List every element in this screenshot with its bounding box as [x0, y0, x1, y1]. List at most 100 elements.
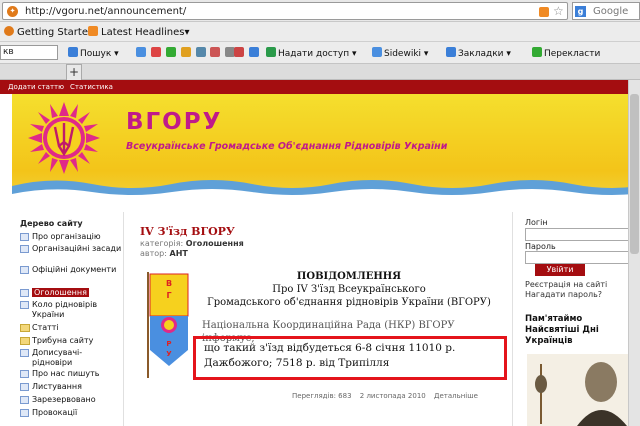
url-text[interactable]: http://vgoru.net/announcement/ [25, 5, 186, 18]
folder-icon [20, 324, 30, 332]
share-icon [266, 47, 276, 57]
login-sidebar: Логін Пароль Увійти Реєстрація на сайті … [512, 212, 640, 426]
page-scrollbar[interactable] [628, 80, 640, 426]
notice-subheading-1: Про IV З'їзд Всеукраїнського [272, 284, 426, 295]
svg-text:У: У [166, 350, 172, 358]
article-author: автор: АНТ [140, 249, 188, 258]
notice-subheading-2: Громадського об'єднання рідновірів Украї… [207, 297, 491, 308]
bookmark-star-icon[interactable]: ☆ [553, 4, 564, 18]
star-bookmarks-icon [446, 47, 456, 57]
page-icon [20, 349, 29, 357]
toolbar-search-button[interactable]: Пошук ▾ [68, 47, 119, 60]
article-title[interactable]: IV З'їзд ВГОРУ [140, 225, 235, 238]
page-icon [20, 245, 29, 253]
password-label: Пароль [525, 242, 556, 251]
site-tree-sidebar: Дерево сайту Про організацію Організацій… [12, 212, 124, 426]
address-bar-row: ✦ http://vgoru.net/announcement/ ☆ g Goo… [0, 0, 640, 22]
svg-text:Г: Г [166, 291, 171, 300]
details-link[interactable]: Детальніше [434, 392, 478, 400]
page-icon [20, 396, 29, 404]
page-icon [20, 289, 29, 297]
article-area: IV З'їзд ВГОРУ категорія: Оголошення авт… [124, 212, 508, 426]
highlighted-text: що такий з'їзд відбудеться 6-8 січня 110… [204, 342, 456, 369]
site-favicon-icon: ✦ [7, 6, 18, 17]
scrollbar-thumb[interactable] [630, 94, 639, 254]
tree-item-announcements[interactable]: Оголошення [20, 288, 122, 298]
site-tree-title: Дерево сайту [20, 219, 83, 228]
grid-icon [195, 47, 206, 57]
rss-feed-icon [88, 26, 98, 36]
page-icon [20, 370, 29, 378]
article-date: 2 листопада 2010 [359, 392, 426, 400]
login-input[interactable] [525, 228, 633, 241]
login-button[interactable]: Увійти [535, 264, 585, 276]
portrait-image [527, 354, 639, 426]
article-footer: Переглядів: 683 2 листопада 2010 Детальн… [292, 392, 502, 400]
pin-icon [210, 47, 221, 57]
sidewiki-icon [372, 47, 382, 57]
remember-heading: Пам'ятаймо Найсвятіші Дні Українців [525, 314, 599, 346]
login-label: Логін [525, 218, 548, 227]
page-icon [20, 383, 29, 391]
svg-text:В: В [166, 279, 172, 288]
toolbar-bookmarks-button[interactable]: Закладки ▾ [446, 47, 511, 60]
tree-item-tribune[interactable]: Трибуна сайту [20, 336, 122, 346]
tree-item-reserved[interactable]: Зарезервовано [20, 395, 122, 405]
rss-icon[interactable] [539, 7, 549, 17]
register-link[interactable]: Реєстрація на сайті [525, 280, 607, 289]
chat-icon [248, 47, 259, 57]
views-count: Переглядів: 683 [292, 392, 352, 400]
category-link[interactable]: Оголошення [186, 239, 244, 248]
tree-item-articles[interactable]: Статті [20, 323, 122, 333]
tree-item-press[interactable]: Про нас пишуть [20, 369, 122, 379]
article-category: категорія: Оголошення [140, 239, 244, 248]
tree-item-provocations[interactable]: Провокації [20, 408, 122, 418]
org-banner-image: В Г Р У [147, 272, 189, 378]
camera-icon [136, 47, 146, 57]
notice-heading: ПОВІДОМЛЕННЯ [296, 271, 402, 282]
tree-item-principles[interactable]: Організаційні засади [20, 244, 122, 254]
toolbar-icons[interactable] [136, 47, 237, 60]
web-search-field[interactable]: g Google [572, 2, 640, 20]
toolbar-more-icons[interactable] [234, 47, 261, 60]
google-icon: g [575, 6, 586, 17]
bookmark-latest-headlines[interactable]: Latest Headlines▾ [88, 26, 190, 39]
tree-item-contributors[interactable]: Дописувачі-рідновіри [20, 348, 122, 368]
page-icon [20, 301, 29, 309]
folder-icon [20, 337, 30, 345]
site-name[interactable]: ВГОРУ [126, 109, 222, 135]
page-icon [20, 233, 29, 241]
firefox-icon [4, 26, 14, 36]
page-icon [20, 409, 29, 417]
tree-item-letters[interactable]: Листування [20, 382, 122, 392]
password-input[interactable] [525, 251, 633, 264]
wave-decoration [12, 180, 640, 204]
svg-text:Р: Р [166, 340, 171, 348]
forgot-password-link[interactable]: Нагадати пароль? [525, 290, 602, 299]
tab-strip: + [0, 64, 640, 80]
tree-item-circle[interactable]: Коло рідновірів України [20, 300, 122, 320]
site-subtitle: Всеукраїнське Громадське Об'єднання Рідн… [126, 141, 448, 152]
toolbar-share-button[interactable]: Надати доступ ▾ [266, 47, 356, 60]
translate-page-icon [532, 47, 542, 57]
bookmarks-bar: Getting Started Latest Headlines▾ [0, 22, 640, 42]
toolbar-search-input[interactable]: кв [0, 45, 58, 60]
bookmark-getting-started[interactable]: Getting Started [4, 26, 94, 39]
add-article-link[interactable]: Додати статтю [8, 82, 64, 92]
tree-item-documents[interactable]: Офіційні документи [20, 265, 122, 275]
toolbar-sidewiki-button[interactable]: Sidewiki ▾ [372, 47, 428, 60]
page-icon [20, 266, 29, 274]
site-top-bar: Додати статтю Статистика [0, 80, 640, 94]
site-logo-icon[interactable] [28, 102, 100, 174]
mail-icon [150, 47, 161, 57]
toolbar-translate-button[interactable]: Перекласти [532, 47, 600, 60]
site-header-banner: ВГОРУ Всеукраїнське Громадське Об'єднанн… [12, 94, 640, 204]
bookmark-icon [234, 47, 244, 57]
author-name: АНТ [169, 249, 188, 258]
address-field[interactable]: ✦ http://vgoru.net/announcement/ ☆ [2, 2, 568, 20]
tree-item-about[interactable]: Про організацію [20, 232, 122, 242]
search-engine-label: Google [593, 6, 629, 17]
statistics-link[interactable]: Статистика [70, 82, 113, 92]
search-icon [68, 47, 78, 57]
new-tab-button[interactable]: + [66, 64, 82, 80]
